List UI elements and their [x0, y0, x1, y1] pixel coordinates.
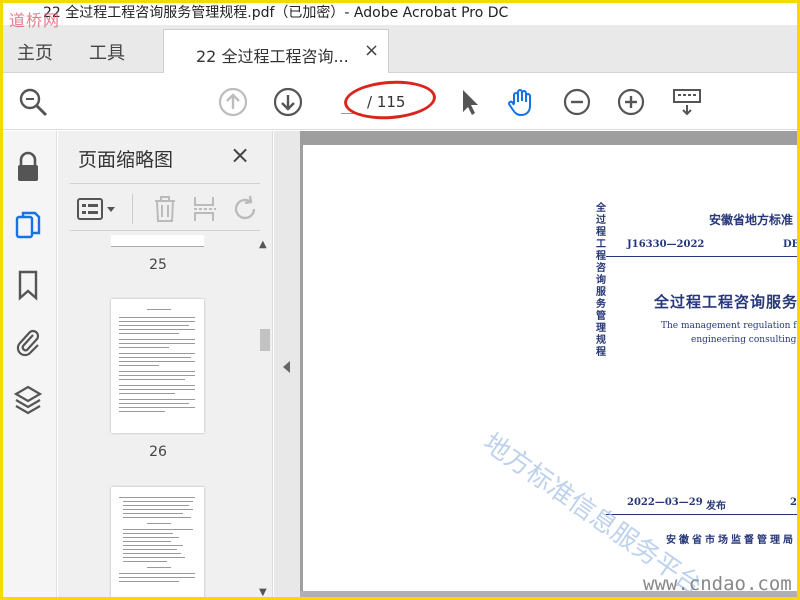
keyboard-icon[interactable]	[671, 86, 703, 118]
db-prefix: DB	[783, 239, 800, 250]
options-menu-icon[interactable]	[76, 194, 120, 224]
spine-vertical-title: 全过程工程咨询服务管理规程	[596, 203, 606, 358]
rotate-icon[interactable]	[230, 194, 260, 224]
select-arrow-icon[interactable]	[453, 86, 485, 118]
acrobat-window: 22 全过程工程咨询服务管理规程.pdf（已加密）- Adobe Acrobat…	[0, 0, 800, 600]
pages-icon[interactable]	[13, 209, 43, 241]
trash-icon[interactable]	[150, 194, 180, 224]
document-tab-label: 22 全过程工程咨询...	[196, 47, 349, 66]
collapse-panel-icon[interactable]	[283, 361, 290, 373]
header-rule	[606, 256, 797, 257]
document-main-title: 全过程工程咨询服务管	[654, 293, 800, 311]
thumbnail-scrollbar[interactable]: ▲ ▼	[258, 235, 272, 597]
english-title-line-1: The management regulation for whol	[661, 321, 797, 331]
layers-icon[interactable]	[13, 383, 43, 415]
window-title: 22 全过程工程咨询服务管理规程.pdf（已加密）- Adobe Acrobat…	[43, 5, 509, 21]
thumbnail-page-number: 26	[149, 444, 167, 460]
page-down-icon[interactable]	[272, 86, 304, 118]
corner-logo-watermark: 道桥网	[9, 11, 61, 30]
paperclip-icon[interactable]	[13, 325, 43, 357]
site-watermark: www.cndao.com	[643, 573, 792, 595]
issue-date: 2022—03—29	[627, 497, 703, 508]
scrollbar-thumb[interactable]	[260, 329, 270, 351]
zoom-out-icon[interactable]	[561, 86, 593, 118]
thumbnail-list: 25 26	[58, 235, 258, 597]
scroll-up-icon[interactable]: ▲	[259, 239, 267, 250]
thumbnail-page-26[interactable]	[111, 299, 204, 433]
title-bar: 22 全过程工程咨询服务管理规程.pdf（已加密）- Adobe Acrobat…	[3, 3, 797, 25]
close-tab-icon[interactable]: ×	[364, 40, 379, 61]
standard-number: J16330—2022	[627, 239, 705, 250]
issuer-header: 安徽省地方标准	[709, 213, 794, 227]
issuer-footer: 安徽省市场监督管理局	[666, 535, 796, 546]
tab-home[interactable]: 主页	[17, 39, 53, 65]
zoom-in-icon[interactable]	[615, 86, 647, 118]
thumbnail-page-number: 25	[149, 257, 167, 273]
panel-title: 页面缩略图	[78, 149, 174, 171]
page-up-icon[interactable]	[217, 86, 249, 118]
tab-tools[interactable]: 工具	[89, 39, 125, 65]
thumbnail-page-27[interactable]	[111, 487, 204, 597]
search-zoom-icon[interactable]	[17, 86, 49, 118]
extract-pages-icon[interactable]	[190, 194, 220, 224]
toolbar-divider	[132, 194, 133, 224]
scroll-down-icon[interactable]: ▼	[259, 587, 267, 597]
tab-document[interactable]: 22 全过程工程咨询... ×	[163, 29, 389, 73]
footer-rule	[606, 514, 797, 515]
thumbnail-toolbar	[70, 183, 260, 231]
effective-date: 20	[790, 497, 797, 508]
navigation-rail	[3, 131, 57, 597]
close-panel-icon[interactable]: ×	[230, 141, 250, 169]
thumbnail-panel: 页面缩略图 × 25 26 ▲ ▼	[58, 131, 273, 597]
lock-icon[interactable]	[13, 151, 43, 183]
thumbnail-page-25[interactable]	[111, 235, 204, 247]
issue-label: 发布	[706, 501, 726, 512]
english-title-line-2: engineering consulting serv	[691, 335, 797, 345]
bookmark-icon[interactable]	[13, 269, 43, 301]
tab-bar: 主页 工具 22 全过程工程咨询... ×	[3, 25, 797, 73]
hand-icon[interactable]	[505, 86, 537, 118]
